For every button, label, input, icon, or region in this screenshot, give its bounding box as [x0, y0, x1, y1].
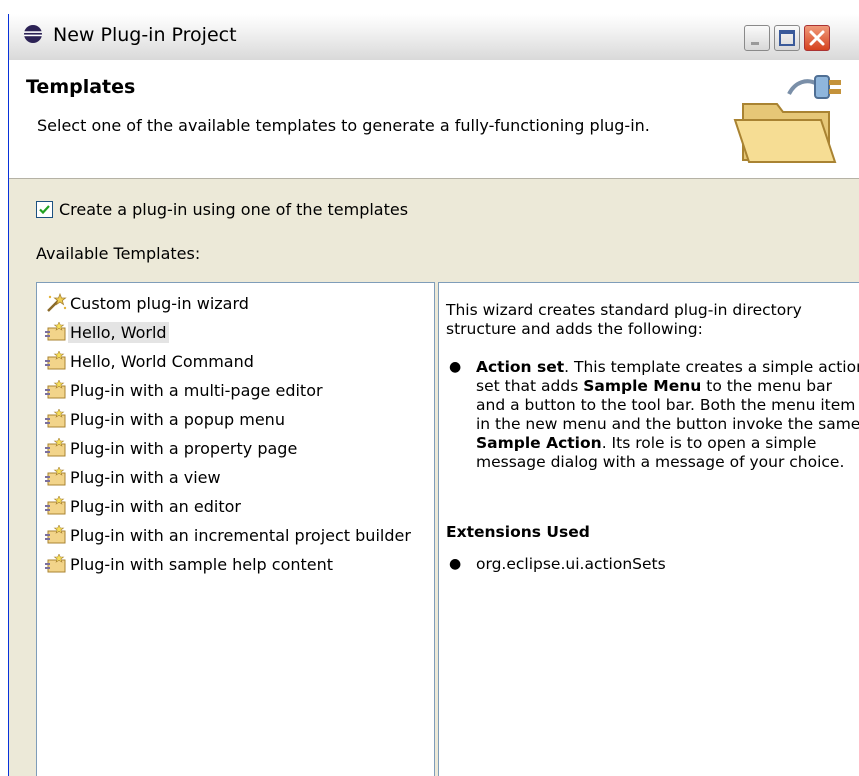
action-set-term: Action set: [476, 358, 565, 376]
close-button[interactable]: [804, 25, 830, 51]
plugin-template-icon: [45, 322, 66, 341]
list-item-label: Custom plug-in wizard: [70, 293, 249, 313]
action-set-description: Action set. This template creates a simp…: [476, 358, 859, 472]
list-item-incremental-builder[interactable]: Plug-in with an incremental project buil…: [45, 523, 413, 547]
list-item-view[interactable]: Plug-in with a view: [45, 465, 223, 489]
list-item-label: Plug-in with an editor: [70, 496, 241, 516]
available-templates-label: Available Templates:: [36, 244, 201, 263]
description-intro: This wizard creates standard plug-in dir…: [446, 301, 802, 338]
plugin-template-icon: [45, 409, 66, 428]
minimize-button[interactable]: [744, 25, 770, 51]
plugin-template-icon: [45, 380, 66, 399]
window-title: New Plug-in Project: [53, 24, 237, 46]
extension-item: org.eclipse.ui.actionSets: [476, 555, 666, 573]
list-item-label: Plug-in with a view: [70, 467, 221, 487]
title-bar[interactable]: New Plug-in Project: [9, 14, 859, 61]
plugin-template-icon: [45, 351, 66, 370]
page-title: Templates: [26, 76, 136, 98]
sample-action-term: Sample Action: [476, 434, 602, 452]
maximize-button[interactable]: [774, 25, 800, 51]
list-item-label: Plug-in with an incremental project buil…: [70, 525, 411, 545]
list-item-property-page[interactable]: Plug-in with a property page: [45, 436, 299, 460]
page-description: Select one of the available templates to…: [37, 116, 650, 135]
list-item-popup-menu[interactable]: Plug-in with a popup menu: [45, 407, 287, 431]
list-item-label: Plug-in with a multi-page editor: [70, 380, 323, 400]
list-item-label: Hello, World: [68, 321, 169, 343]
checkmark-icon: [39, 205, 50, 215]
plugin-template-icon: [45, 467, 66, 486]
sample-menu-term: Sample Menu: [583, 377, 702, 395]
plugin-template-icon: [45, 496, 66, 515]
list-item-hello-world[interactable]: Hello, World: [45, 320, 169, 344]
extensions-used-heading: Extensions Used: [446, 523, 590, 541]
bullet-dot: ●: [449, 556, 462, 572]
use-template-checkbox-label[interactable]: Create a plug-in using one of the templa…: [59, 200, 408, 219]
minimize-icon: [751, 42, 759, 45]
wizard-wand-icon: [47, 293, 67, 312]
list-item-label: Plug-in with a popup menu: [70, 409, 285, 429]
wizard-header: Templates Select one of the available te…: [9, 60, 859, 179]
list-item-multi-page-editor[interactable]: Plug-in with a multi-page editor: [45, 378, 325, 402]
plugin-template-icon: [45, 554, 66, 573]
list-item-label: Plug-in with a property page: [70, 438, 298, 458]
folder-plug-icon: [733, 75, 841, 163]
list-item-label: Plug-in with sample help content: [70, 554, 334, 574]
eclipse-icon: [24, 25, 42, 43]
maximize-icon: [779, 30, 795, 46]
template-list[interactable]: Custom plug-in wizard Hello, World Hello…: [36, 282, 435, 776]
list-item-label: Hello, World Command: [70, 351, 254, 371]
list-item-editor[interactable]: Plug-in with an editor: [45, 494, 243, 518]
list-item-custom-plugin-wizard[interactable]: Custom plug-in wizard: [45, 291, 251, 315]
new-plugin-project-dialog: New Plug-in Project Templates Select one…: [8, 14, 859, 776]
use-template-checkbox[interactable]: [36, 201, 53, 218]
list-item-sample-help-content[interactable]: Plug-in with sample help content: [45, 552, 335, 576]
template-description-pane: This wizard creates standard plug-in dir…: [438, 282, 859, 776]
list-item-hello-world-command[interactable]: Hello, World Command: [45, 349, 256, 373]
plugin-template-icon: [45, 525, 66, 544]
plugin-template-icon: [45, 438, 66, 457]
bullet-dot: ●: [449, 359, 462, 375]
close-icon: [809, 30, 825, 46]
